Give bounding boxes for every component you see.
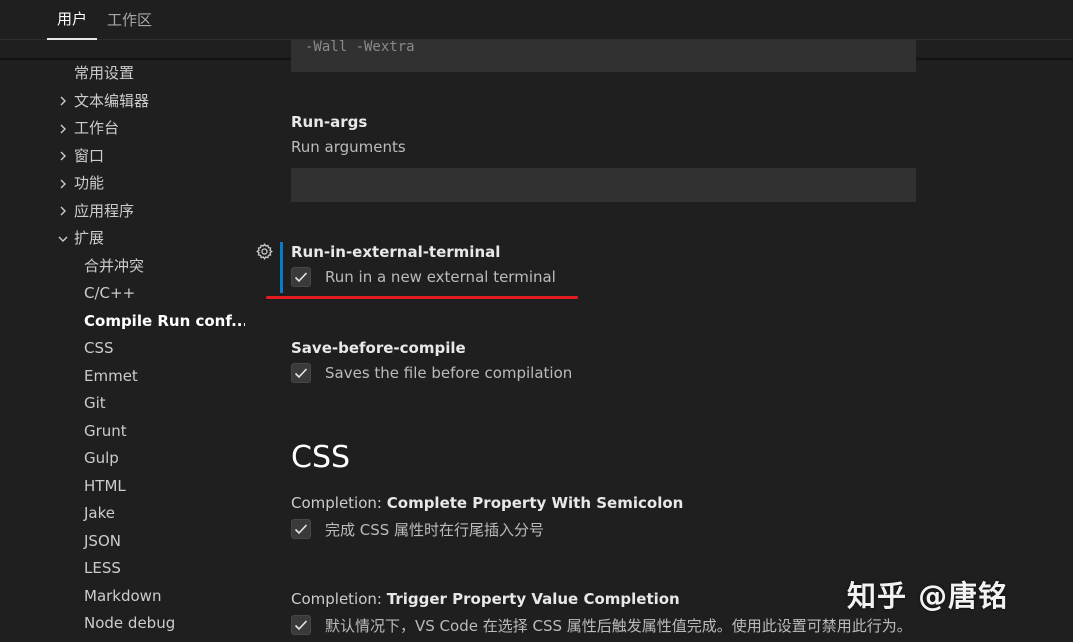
sidebar-item-item-7[interactable]: 合并冲突: [84, 253, 144, 280]
chevron-down-icon: [56, 225, 70, 252]
settings-scope-tabs: 用户 工作区: [0, 0, 1073, 40]
setting-title-save-before-compile: Save-before-compile: [291, 339, 466, 357]
sidebar-item-label: 功能: [74, 174, 105, 192]
sidebar-item-item-1[interactable]: 文本编辑器: [60, 88, 150, 115]
sidebar-item-label: Node debug: [84, 614, 176, 632]
settings-list: -Wall -Wextra Run-args Run arguments Run…: [245, 40, 1073, 642]
sidebar-item-label: 窗口: [74, 146, 105, 165]
sidebar-item-label: CSS: [84, 339, 114, 357]
sidebar-item-label: 文本编辑器: [74, 91, 150, 110]
save-before-compile-label: Saves the file before compilation: [325, 364, 573, 382]
check-icon: [294, 368, 308, 379]
sidebar-item-compile-run-conf[interactable]: Compile Run conf...: [84, 308, 245, 335]
sidebar-item-less[interactable]: LESS: [84, 555, 121, 582]
sidebar-item-label: 工作台: [74, 119, 120, 137]
setting-title-run-args: Run-args: [291, 113, 368, 131]
setting-name: Trigger Property Value Completion: [386, 590, 680, 608]
sidebar-item-gulp[interactable]: Gulp: [84, 445, 119, 472]
sidebar-item-item-0[interactable]: 常用设置: [74, 60, 134, 87]
sidebar-item-html[interactable]: HTML: [84, 473, 126, 500]
sidebar-item-item-4[interactable]: 功能: [60, 170, 105, 197]
sidebar-item-label: Grunt: [84, 421, 127, 440]
gear-icon[interactable]: [255, 242, 274, 265]
sidebar-item-label: Compile Run conf...: [84, 311, 245, 330]
setting-title-run-in-external-terminal: Run-in-external-terminal: [291, 243, 501, 261]
sidebar-item-node-debug[interactable]: Node debug: [84, 610, 175, 637]
focus-indicator: [280, 242, 283, 293]
sidebar-item-label: JSON: [84, 531, 121, 550]
sidebar-item-label: HTML: [84, 476, 126, 495]
setting-desc-run-args: Run arguments: [291, 138, 406, 156]
trigger-property-value-checkbox[interactable]: [291, 615, 311, 635]
check-icon: [294, 620, 308, 631]
setting-category: Completion:: [291, 494, 387, 512]
sidebar-item-git[interactable]: Git: [84, 390, 106, 417]
settings-editor: 用户 工作区 常用设置文本编辑器工作台窗口功能应用程序扩展合并冲突 C/C++ Co…: [0, 0, 1073, 642]
save-before-compile-checkbox[interactable]: [291, 363, 311, 383]
sidebar-item-label: 合并冲突: [84, 256, 145, 275]
run-in-external-terminal-label: Run in a new external terminal: [325, 268, 556, 286]
sidebar-item-label: C/C++: [84, 284, 136, 302]
chevron-right-icon: [56, 198, 70, 225]
sidebar-item-label: Markdown: [84, 586, 162, 605]
sidebar-item-emmet[interactable]: Emmet: [84, 363, 138, 390]
check-icon: [294, 272, 308, 283]
setting-title-trigger-property-value: Completion: Trigger Property Value Compl…: [291, 590, 680, 608]
sidebar-item-label: 应用程序: [74, 201, 135, 220]
sidebar-item-grunt[interactable]: Grunt: [84, 418, 127, 445]
settings-toc: 常用设置文本编辑器工作台窗口功能应用程序扩展合并冲突 C/C++ Compile R…: [0, 60, 245, 642]
complete-property-semicolon-checkbox[interactable]: [291, 519, 311, 539]
sidebar-item-markdown[interactable]: Markdown: [84, 583, 161, 610]
tab-workspace[interactable]: 工作区: [97, 0, 162, 40]
chevron-right-icon: [56, 115, 70, 142]
section-heading-css: CSS: [291, 440, 351, 475]
sidebar-item-label: Emmet: [84, 366, 138, 385]
trigger-property-value-label: 默认情况下，VS Code 在选择 CSS 属性后触发属性值完成。使用此设置可禁…: [325, 617, 912, 635]
sidebar-item-item-6[interactable]: 扩展: [58, 225, 105, 252]
sidebar-item-label: 常用设置: [74, 64, 135, 82]
tab-user[interactable]: 用户: [47, 0, 98, 40]
annotation-underline: [266, 296, 578, 299]
sidebar-item-c-c[interactable]: C/C++: [84, 280, 135, 307]
sidebar-item-json[interactable]: JSON: [84, 528, 121, 555]
sidebar-item-jake[interactable]: Jake: [84, 500, 115, 527]
sidebar-item-label: Jake: [84, 504, 115, 522]
sidebar-item-item-2[interactable]: 工作台: [60, 115, 120, 142]
setting-category: Completion:: [291, 590, 387, 608]
args-input-partial[interactable]: -Wall -Wextra: [291, 40, 916, 72]
sidebar-item-item-3[interactable]: 窗口: [60, 143, 105, 170]
chevron-right-icon: [56, 143, 70, 170]
complete-property-semicolon-label: 完成 CSS 属性时在行尾插入分号: [325, 521, 545, 539]
sidebar-item-css[interactable]: CSS: [84, 335, 114, 362]
chevron-right-icon: [56, 170, 70, 197]
sidebar-item-label: Git: [84, 394, 106, 412]
chevron-right-icon: [56, 88, 70, 115]
run-args-input[interactable]: [291, 168, 916, 202]
setting-name: Complete Property With Semicolon: [386, 494, 684, 512]
check-icon: [294, 524, 308, 535]
sidebar-item-item-5[interactable]: 应用程序: [60, 198, 135, 225]
args-input-value: -Wall -Wextra: [305, 40, 415, 55]
sidebar-item-label: LESS: [84, 559, 121, 577]
setting-title-complete-property-semicolon: Completion: Complete Property With Semic…: [291, 494, 683, 512]
sidebar-item-label: Gulp: [84, 449, 119, 467]
sidebar-item-label: 扩展: [74, 229, 105, 247]
watermark: 知乎 @唐铭: [847, 579, 1009, 613]
run-in-external-terminal-checkbox[interactable]: [291, 267, 311, 287]
